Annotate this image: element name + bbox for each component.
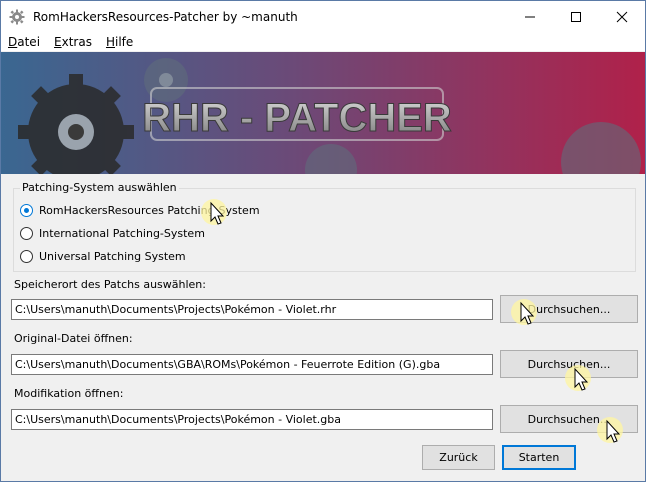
menu-hilfe[interactable]: Hilfe [99,35,140,49]
window-title: RomHackersResources-Patcher by ~manuth [33,9,298,24]
radio-ups[interactable]: Universal Patching System [20,250,186,263]
patch-location-label: Speicherort des Patchs auswählen: [14,278,206,291]
patching-system-group: Patching-System auswählen RomHackersReso… [13,181,636,272]
radio-indicator-checked[interactable] [20,204,33,217]
title-bar[interactable]: RomHackersResources-Patcher by ~manuth [1,1,645,32]
menu-hilfe-accel: H [105,34,116,49]
browse-modification-button[interactable]: Durchsuchen... [500,405,638,433]
start-button[interactable]: Starten [502,445,576,470]
gear-app-icon [9,9,25,24]
menu-hilfe-label: ilfe [115,34,134,49]
maximize-icon [571,11,581,22]
group-legend: Patching-System auswählen [20,181,179,194]
menu-datei-accel: D [8,34,18,49]
patch-location-field[interactable]: C:\Users\manuth\Documents\Projects\Pokém… [11,299,493,320]
radio-ups-label: Universal Patching System [39,250,186,263]
patcher-window: RomHackersResources-Patcher by ~manuth D… [0,0,646,482]
modification-field[interactable]: C:\Users\manuth\Documents\Projects\Pokém… [11,409,493,430]
browse-original-button[interactable]: Durchsuchen... [500,350,638,378]
maximize-button[interactable] [553,1,599,32]
radio-indicator[interactable] [20,227,33,240]
menu-extras-label: xtras [61,34,92,49]
banner-title: RHR - PATCHER [142,96,452,140]
radio-indicator[interactable] [20,250,33,263]
radio-rhr-label: RomHackersResources Patching-System [39,204,260,217]
radio-ips-label: International Patching-System [39,227,205,240]
original-file-field[interactable]: C:\Users\manuth\Documents\GBA\ROMs\Pokém… [11,354,493,375]
close-button[interactable] [599,1,645,32]
menu-extras-accel: E [54,34,62,49]
radio-ips[interactable]: International Patching-System [20,227,205,240]
banner-image: RHR - PATCHER [1,52,645,174]
menu-bar: Datei Extras Hilfe [1,32,645,51]
menu-extras[interactable]: Extras [47,35,99,49]
menu-datei[interactable]: Datei [1,35,47,49]
banner-graphic: RHR - PATCHER [1,52,645,174]
close-icon [616,11,628,22]
original-file-label: Original-Datei öffnen: [14,332,133,345]
radio-rhr[interactable]: RomHackersResources Patching-System [20,204,260,217]
minimize-button[interactable] [507,1,553,32]
caption-buttons [507,1,645,32]
back-button[interactable]: Zurück [422,445,495,470]
browse-patch-button[interactable]: Durchsuchen... [500,295,638,323]
minimize-icon [525,16,535,17]
modification-label: Modifikation öffnen: [14,387,124,400]
menu-datei-label: atei [17,34,41,49]
